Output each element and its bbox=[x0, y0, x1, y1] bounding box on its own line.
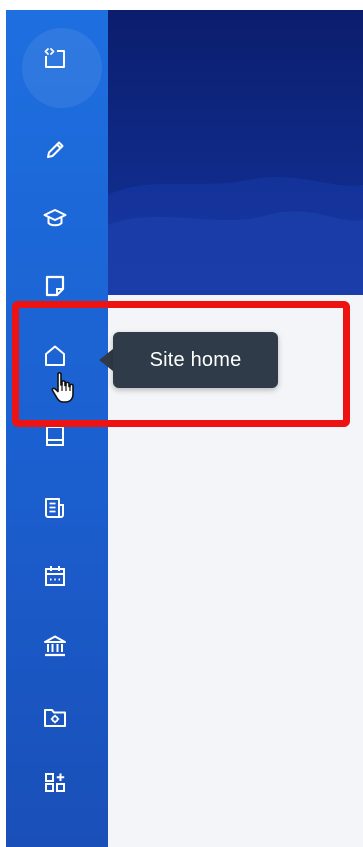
graduation-cap-icon bbox=[43, 209, 67, 227]
hills-illustration bbox=[108, 177, 363, 295]
sidebar-item-courses[interactable] bbox=[35, 198, 75, 238]
sidebar-item-add-block[interactable] bbox=[35, 763, 75, 803]
toggle-sidebar-button[interactable] bbox=[35, 38, 75, 78]
sidebar-item-files[interactable] bbox=[35, 697, 75, 737]
folder-settings-icon bbox=[44, 709, 66, 727]
sidebar-item-calendar[interactable] bbox=[35, 556, 75, 596]
calendar-icon bbox=[45, 566, 65, 586]
hand-cursor-icon bbox=[51, 372, 74, 403]
sidebar-item-edit[interactable] bbox=[35, 130, 75, 170]
sidebar-item-notes[interactable] bbox=[35, 266, 75, 306]
pencil-icon bbox=[47, 141, 64, 158]
sticky-note-icon bbox=[45, 275, 65, 297]
bank-icon bbox=[44, 635, 66, 657]
newspaper-icon bbox=[45, 498, 64, 518]
sidebar-item-news[interactable] bbox=[35, 488, 75, 528]
sidebar-item-institution[interactable] bbox=[35, 626, 75, 666]
hero-banner bbox=[108, 10, 363, 295]
add-block-icon bbox=[45, 773, 65, 792]
toggle-sidebar-icon bbox=[44, 48, 65, 68]
highlight-box bbox=[12, 301, 350, 427]
